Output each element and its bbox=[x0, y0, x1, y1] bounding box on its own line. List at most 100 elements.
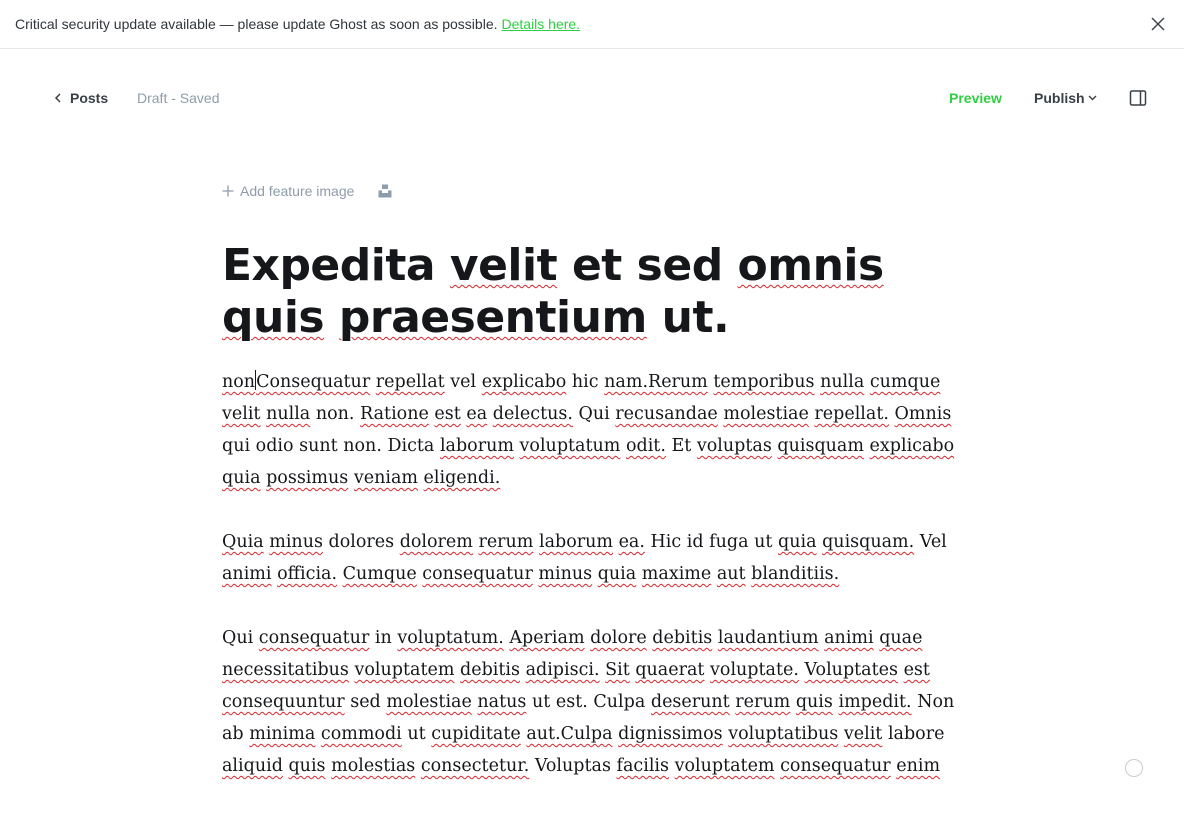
body-word: cupiditate bbox=[431, 724, 521, 744]
body-word: voluptatem bbox=[354, 660, 455, 680]
body-word: in bbox=[374, 628, 392, 648]
body-word: deserunt bbox=[650, 692, 730, 712]
feature-image-row: Add feature image bbox=[222, 183, 392, 199]
body-word: qui bbox=[222, 436, 251, 456]
sidebar-toggle-icon[interactable] bbox=[1129, 89, 1147, 107]
paragraph-1-words: Consequatur repellat vel explicabo hic n… bbox=[222, 372, 954, 488]
body-word: aliquid bbox=[222, 756, 283, 776]
body-word: eligendi. bbox=[423, 468, 501, 488]
body-word: maxime bbox=[641, 564, 712, 584]
editor-header: Posts Draft - Saved Preview Publish bbox=[0, 49, 1184, 149]
alert-details-link[interactable]: Details here. bbox=[502, 16, 581, 32]
body-word: cumque bbox=[869, 372, 941, 392]
body-word: quia bbox=[778, 532, 817, 552]
body-word: non. bbox=[343, 436, 382, 456]
body-word: repellat bbox=[375, 372, 445, 392]
body-word: debitis bbox=[652, 628, 713, 648]
alert-message-text: Critical security update available — ple… bbox=[15, 16, 498, 32]
post-title[interactable]: Expedita velit et sed omnis quis praesen… bbox=[222, 240, 982, 344]
body-word: adipisci. bbox=[525, 660, 600, 680]
body-word: consequatur bbox=[780, 756, 891, 776]
body-word: molestias bbox=[331, 756, 416, 776]
alert-message: Critical security update available — ple… bbox=[15, 16, 580, 32]
unsplash-icon[interactable] bbox=[378, 184, 392, 198]
body-word: animi bbox=[222, 564, 272, 584]
plus-icon[interactable] bbox=[222, 185, 234, 197]
body-word: laudantium bbox=[717, 628, 819, 648]
body-word: est bbox=[434, 404, 461, 424]
body-word: recusandae bbox=[615, 404, 718, 424]
body-word: Qui bbox=[222, 628, 254, 648]
body-word: velit bbox=[843, 724, 883, 744]
body-word: voluptas bbox=[696, 436, 772, 456]
body-word: Cumque bbox=[342, 564, 417, 584]
body-word: Aperiam bbox=[509, 628, 585, 648]
body-word: veniam bbox=[353, 468, 418, 488]
body-word: molestiae bbox=[723, 404, 809, 424]
post-body-editor[interactable]: nonConsequatur repellat vel explicabo hi… bbox=[222, 366, 967, 814]
body-word: nulla bbox=[266, 404, 311, 424]
body-word: commodi bbox=[320, 724, 402, 744]
security-alert-bar: Critical security update available — ple… bbox=[0, 0, 1184, 49]
body-word: Quia bbox=[222, 532, 264, 552]
body-word: Consequatur bbox=[256, 372, 371, 392]
body-word: enim bbox=[896, 756, 941, 776]
preview-button[interactable]: Preview bbox=[949, 90, 1002, 106]
body-word: ut bbox=[754, 532, 773, 552]
title-word: sed bbox=[636, 240, 724, 291]
body-word: est. bbox=[555, 692, 588, 712]
back-label: Posts bbox=[70, 90, 109, 106]
help-icon[interactable] bbox=[1125, 759, 1143, 777]
title-word: ut. bbox=[661, 292, 730, 343]
body-word: officia. bbox=[277, 564, 338, 584]
body-word: fuga bbox=[709, 532, 749, 552]
body-word: dolorem bbox=[399, 532, 473, 552]
body-word: quaerat bbox=[635, 660, 705, 680]
body-word: voluptatem bbox=[674, 756, 775, 776]
body-word: minima bbox=[249, 724, 316, 744]
body-word: dolores bbox=[328, 532, 395, 552]
paragraph-1: nonConsequatur repellat vel explicabo hi… bbox=[222, 366, 967, 494]
body-word: aut bbox=[716, 564, 746, 584]
body-word: non bbox=[222, 372, 256, 392]
close-icon[interactable] bbox=[1150, 16, 1166, 32]
body-word: Voluptates bbox=[804, 660, 898, 680]
body-word: Non bbox=[917, 692, 955, 712]
body-word: temporibus bbox=[713, 372, 815, 392]
body-word: consequatur bbox=[422, 564, 533, 584]
body-word: labore bbox=[887, 724, 945, 744]
body-word: sed bbox=[350, 692, 381, 712]
body-word: Qui bbox=[578, 404, 610, 424]
body-word: quisquam. bbox=[822, 532, 915, 552]
body-word: Et bbox=[671, 436, 692, 456]
body-word: Omnis bbox=[894, 404, 952, 424]
body-word: nulla bbox=[820, 372, 865, 392]
add-feature-image-button[interactable]: Add feature image bbox=[240, 183, 354, 199]
body-word: natus bbox=[477, 692, 527, 712]
body-word: aut.Culpa bbox=[526, 724, 613, 744]
publish-label: Publish bbox=[1034, 90, 1085, 106]
paragraph-3: Qui consequatur in voluptatum. Aperiam d… bbox=[222, 622, 967, 782]
body-word: quisquam bbox=[777, 436, 864, 456]
body-word: repellat. bbox=[814, 404, 889, 424]
body-word: consequatur bbox=[258, 628, 370, 648]
body-word: velit bbox=[222, 404, 261, 424]
body-word: quae bbox=[879, 628, 923, 648]
title-word: omnis bbox=[737, 240, 885, 291]
body-word: rerum bbox=[735, 692, 791, 712]
body-word: explicabo bbox=[869, 436, 955, 456]
body-word: Culpa bbox=[593, 692, 646, 712]
body-word: minus bbox=[538, 564, 593, 584]
body-word: odit. bbox=[625, 436, 666, 456]
body-word: delectus. bbox=[492, 404, 573, 424]
body-word: laborum bbox=[538, 532, 613, 552]
body-word: quis bbox=[795, 692, 833, 712]
body-word: ea. bbox=[618, 532, 645, 552]
body-word: ab bbox=[222, 724, 244, 744]
body-word: debitis bbox=[460, 660, 520, 680]
title-word: velit bbox=[449, 240, 558, 291]
body-word: voluptate. bbox=[710, 660, 799, 680]
publish-button[interactable]: Publish bbox=[1034, 90, 1097, 106]
body-word: consequuntur bbox=[222, 692, 345, 712]
back-to-posts-link[interactable]: Posts bbox=[54, 90, 108, 106]
